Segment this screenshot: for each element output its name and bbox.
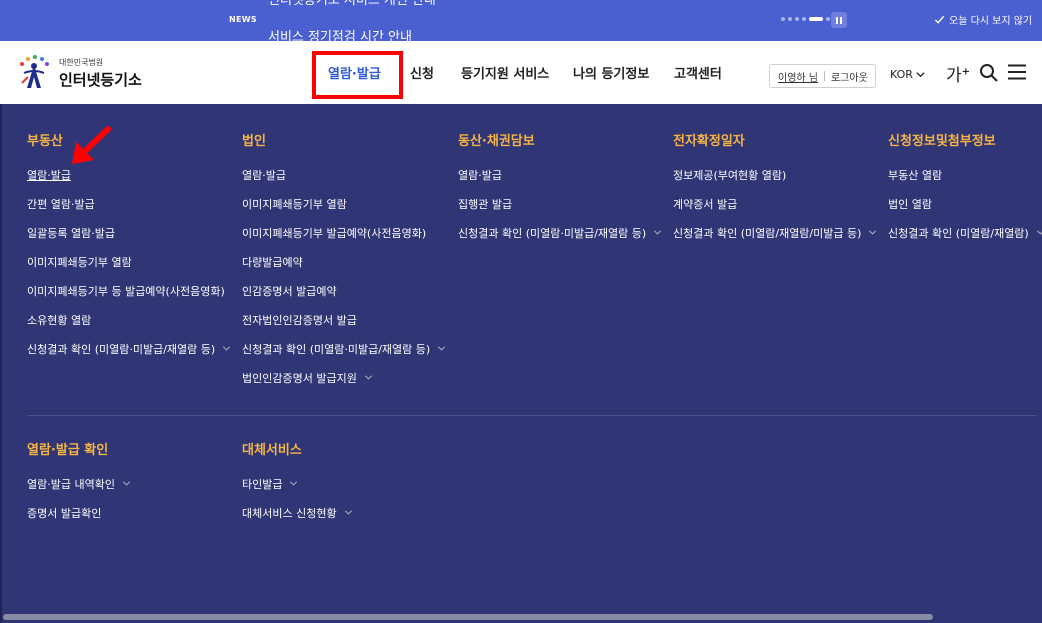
user-name[interactable]: 이영하 님 [770,69,818,84]
annotation-highlight-box [312,51,403,99]
menu-item[interactable]: 증명서 발급확인 [27,505,131,534]
menu-item-expandable[interactable]: 법인인감증명서 발급지원 [242,370,446,399]
news-pager[interactable] [781,17,830,21]
menu-item[interactable]: 집행관 발급 [458,196,662,225]
menu-item-expandable[interactable]: 대체서비스 신청현황 [242,505,353,534]
menu-section-title: 동산·채권담보 [458,134,535,149]
news-tag: NEWS [229,15,257,24]
chevron-down-icon [290,481,298,486]
menu-section-title: 열람·발급 확인 [27,443,109,458]
pager-dot-active[interactable] [809,17,823,21]
pager-dot[interactable] [802,17,806,21]
font-size-label: 가 [946,66,962,86]
menu-item-expandable[interactable]: 신청결과 확인 (미열람/재열람) [888,225,1042,254]
menu-item[interactable]: 일괄등록 열람·발급 [27,225,231,254]
menu-item-expandable[interactable]: 신청결과 확인 (미열람·미발급/재열람 등) [242,341,446,370]
chevron-down-icon [916,72,925,78]
logout-button[interactable]: 로그아웃 [831,69,868,84]
user-box: 이영하 님 로그아웃 [769,64,876,88]
menu-section-title: 부동산 [27,134,63,149]
pause-icon [836,16,838,24]
chevron-down-icon [1036,230,1042,235]
menu-item[interactable]: 법인 열람 [888,196,1042,225]
logo-subtitle: 대한민국법원 [59,57,104,67]
chevron-down-icon [122,481,130,486]
menu-item-expandable[interactable]: 타인발급 [242,476,353,505]
menu-col-corporation: 법인 열람·발급 이미지폐쇄등기부 열람 이미지폐쇄등기부 발급예약(사전음영화… [242,130,446,399]
nav-my-info[interactable]: 나의 등기정보 [573,63,649,82]
menu-item[interactable]: 이미지폐쇄등기부 발급예약(사전음영화) [242,225,446,254]
search-icon[interactable] [979,63,999,83]
language-select[interactable]: KOR [890,68,926,81]
menu-item[interactable]: 다량발급예약 [242,254,446,283]
menu-item-expandable[interactable]: 신청결과 확인 (미열람·미발급/재열람 등) [458,225,662,254]
nav-customer-center[interactable]: 고객센터 [674,63,722,82]
menu-item-expandable[interactable]: 열람·발급 내역확인 [27,476,131,505]
menu-item[interactable]: 소유현황 열람 [27,312,231,341]
dismiss-label: 오늘 다시 보지 않기 [949,16,1033,27]
menu-item[interactable]: 이미지폐쇄등기부 열람 [27,254,231,283]
menu-section-title: 법인 [242,134,266,149]
menu-item[interactable]: 이미지폐쇄등기부 등 발급예약(사전음영화) [27,283,231,312]
menu-item[interactable]: 이미지폐쇄등기부 열람 [242,196,446,225]
menu-item-expandable[interactable]: 신청결과 확인 (미열람·미발급/재열람 등) [27,341,231,370]
chevron-down-icon [438,346,446,351]
news-headline-previous[interactable]: 인터넷등기소 서비스 개선 안내 [268,0,436,8]
window-edge [0,104,2,623]
dismiss-today-button[interactable]: 오늘 다시 보지 않기 [934,12,1032,27]
pager-dot[interactable] [795,17,799,21]
pager-dot[interactable] [788,17,792,21]
divider [823,71,825,81]
menu-section-title: 대체서비스 [242,443,302,458]
chevron-down-icon [364,375,372,380]
pager-dot[interactable] [781,17,785,21]
menu-section-title: 신청정보및첨부정보 [888,134,996,149]
site-logo[interactable]: 대한민국법원 인터넷등기소 [14,53,142,93]
check-icon [934,15,945,24]
menu-col-real-estate: 부동산 열람·발급 간편 열람·발급 일괄등록 열람·발급 이미지폐쇄등기부 열… [27,130,231,370]
menu-col-issue-check: 열람·발급 확인 열람·발급 내역확인 증명서 발급확인 [27,439,131,534]
menu-item[interactable]: 열람·발급 [458,167,662,196]
menu-item[interactable]: 정보제공(부여현황 열람) [673,167,877,196]
news-headline[interactable]: 서비스 정기점검 시간 안내 [268,26,412,41]
menu-item[interactable]: 계약증서 발급 [673,196,877,225]
menu-item[interactable]: 부동산 열람 [888,167,1042,196]
chevron-down-icon [869,230,877,235]
menu-col-application-info: 신청정보및첨부정보 부동산 열람 법인 열람 신청결과 확인 (미열람/재열람) [888,130,1042,254]
font-size-button[interactable]: 가+ [946,61,970,86]
language-label: KOR [890,68,913,81]
pause-button[interactable] [831,12,847,28]
menu-item[interactable]: 간편 열람·발급 [27,196,231,225]
section-divider [27,415,1037,416]
horizontal-scrollbar[interactable] [3,614,933,620]
chevron-down-icon [654,230,662,235]
menu-item[interactable]: 열람·발급 [242,167,446,196]
mega-menu: 부동산 열람·발급 간편 열람·발급 일괄등록 열람·발급 이미지폐쇄등기부 열… [0,104,1042,623]
site-header: 대한민국법원 인터넷등기소 열람·발급 신청 등기지원 서비스 나의 등기정보 … [0,41,1042,104]
logo-title: 인터넷등기소 [59,70,142,89]
news-banner: NEWS 인터넷등기소 서비스 개선 안내 서비스 정기점검 시간 안내 오늘 … [0,0,1042,41]
pager-dot[interactable] [826,17,830,21]
menu-item[interactable]: 전자법인인감증명서 발급 [242,312,446,341]
chevron-down-icon [344,510,352,515]
nav-apply[interactable]: 신청 [410,63,434,82]
menu-item-expandable[interactable]: 신청결과 확인 (미열람/재열람/미발급 등) [673,225,877,254]
menu-item[interactable]: 인감증명서 발급예약 [242,283,446,312]
font-size-plus: + [961,66,971,78]
hamburger-menu-icon[interactable] [1008,64,1026,80]
nav-support-service[interactable]: 등기지원 서비스 [461,63,549,82]
menu-col-e-date: 전자확정일자 정보제공(부여현황 열람) 계약증서 발급 신청결과 확인 (미열… [673,130,877,254]
menu-section-title: 전자확정일자 [673,134,745,149]
menu-col-movable-collateral: 동산·채권담보 열람·발급 집행관 발급 신청결과 확인 (미열람·미발급/재열… [458,130,662,254]
chevron-down-icon [223,346,231,351]
menu-col-alternative-service: 대체서비스 타인발급 대체서비스 신청현황 [242,439,353,534]
court-emblem-icon [20,55,49,88]
menu-item[interactable]: 열람·발급 [27,167,231,196]
